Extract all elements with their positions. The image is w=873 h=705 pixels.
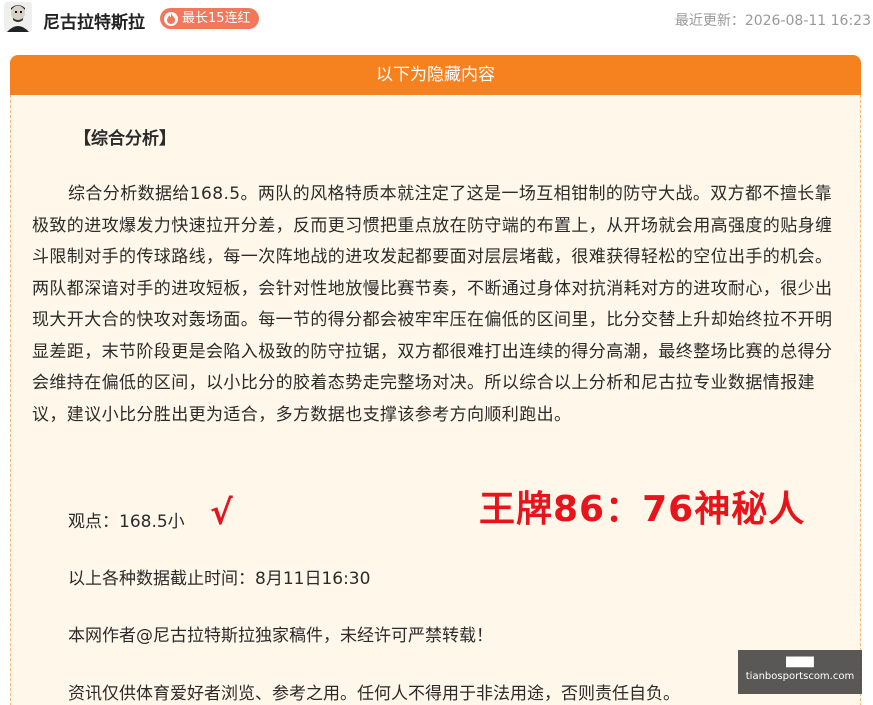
disclaimer-notice: 资讯仅供体育爱好者浏览、参考之用。任何人不得用于非法用途，否则责任自负。 <box>68 684 680 704</box>
last-updated: 最近更新：2026-08-11 16:23 <box>674 13 871 29</box>
article-page: 尼古拉特斯拉 最长15连红 最近更新：2026-08-11 16:23 以下为隐… <box>0 0 873 705</box>
flame-icon <box>164 11 178 26</box>
author-avatar[interactable] <box>4 2 32 32</box>
hidden-content-body: 【综合分析】 综合分析数据给168.5。两队的风格特质本就注定了这是一场互相钳制… <box>10 95 861 705</box>
author-name[interactable]: 尼古拉特斯拉 <box>43 8 145 33</box>
streak-badge: 最长15连红 <box>160 8 259 29</box>
avatar-portrait-icon <box>4 2 32 32</box>
watermark-title: ████ <box>786 658 814 668</box>
opinion-line: 观点：168.5小 <box>68 512 185 532</box>
section-title: 【综合分析】 <box>74 129 176 149</box>
watermark-site: tianbosportscom.com <box>745 671 855 682</box>
analysis-paragraph: 综合分析数据给168.5。两队的风格特质本就注定了这是一场互相钳制的防守大战。双… <box>32 184 833 425</box>
copyright-notice: 本网作者@尼古拉特斯拉独家稿件，未经许可严禁转载！ <box>68 626 493 646</box>
check-mark-icon: √ <box>210 493 233 533</box>
site-watermark: ████ tianbosportscom.com <box>738 650 862 694</box>
streak-badge-label: 最长15连红 <box>182 11 251 26</box>
author-bar: 尼古拉特斯拉 最长15连红 最近更新：2026-08-11 16:23 <box>0 0 873 40</box>
score-annotation: 王牌86：76神秘人 <box>479 489 806 530</box>
hidden-content-header: 以下为隐藏内容 <box>10 55 861 95</box>
hidden-content-card: 以下为隐藏内容 【综合分析】 综合分析数据给168.5。两队的风格特质本就注定了… <box>10 55 861 705</box>
data-cutoff-line: 以上各种数据截止时间：8月11日16:30 <box>68 569 371 589</box>
